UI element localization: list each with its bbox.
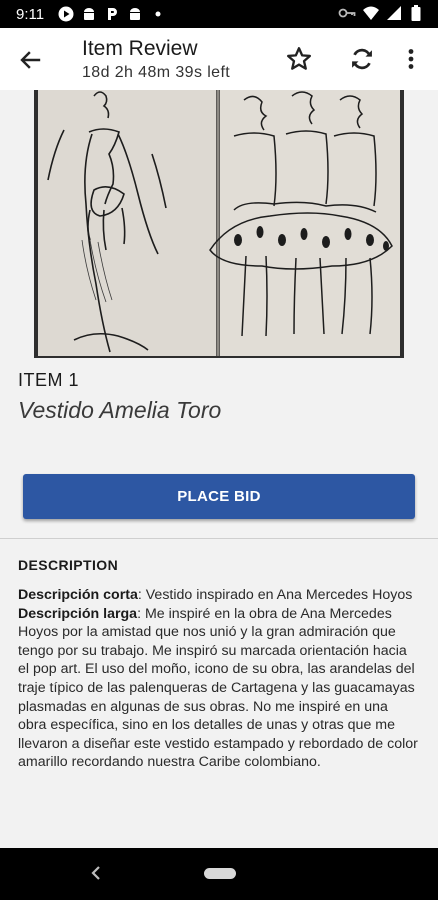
app-bar: Item Review 18d 2h 48m 39s left [0, 28, 438, 90]
item-image[interactable] [34, 90, 404, 358]
status-left-icons [58, 6, 166, 22]
description-body: Descripción corta: Vestido inspirado en … [18, 586, 420, 772]
place-bid-button[interactable]: PLACE BID [23, 474, 415, 519]
page-title: Item Review [82, 37, 198, 60]
time-left-label: 18d 2h 48m 39s left [82, 64, 231, 81]
status-time: 9:11 [16, 6, 45, 23]
long-description: Descripción larga: Me inspiré en la obra… [18, 605, 420, 772]
p-icon [104, 6, 120, 22]
battery-icon [410, 5, 426, 21]
status-right-icons [338, 5, 426, 21]
nav-back-button[interactable] [88, 863, 104, 883]
item-image-container [0, 90, 438, 360]
nav-home-pill[interactable] [204, 868, 236, 879]
sketchbook-drawing [38, 90, 400, 356]
star-icon [286, 47, 312, 70]
divider [0, 538, 438, 539]
signal-icon [386, 5, 402, 21]
more-vert-icon [408, 49, 414, 69]
long-description-text: : Me inspiré en la obra de Ana Mercedes … [18, 605, 418, 771]
android-icon [81, 6, 97, 22]
back-button[interactable] [14, 44, 46, 76]
short-description-text: : Vestido inspirado en Ana Mercedes Hoyo… [137, 587, 413, 603]
short-description: Descripción corta: Vestido inspirado en … [18, 586, 420, 605]
chevron-left-icon [91, 866, 100, 880]
system-nav-bar [0, 848, 438, 900]
short-description-label: Descripción corta [18, 587, 138, 603]
dot-icon [150, 6, 166, 22]
wifi-icon [362, 5, 379, 21]
refresh-button[interactable] [345, 42, 379, 76]
item-number: ITEM 1 [18, 370, 80, 390]
favorite-button[interactable] [282, 42, 316, 76]
refresh-icon [352, 48, 372, 70]
description-heading: DESCRIPTION [18, 557, 119, 573]
play-icon [58, 6, 74, 22]
back-arrow-icon [20, 51, 41, 69]
long-description-label: Descripción larga [18, 605, 138, 622]
overflow-menu-button[interactable] [396, 42, 426, 76]
status-bar: 9:11 [0, 0, 438, 28]
android-icon [127, 6, 143, 22]
item-name: Vestido Amelia Toro [18, 397, 222, 423]
key-icon [338, 5, 356, 21]
